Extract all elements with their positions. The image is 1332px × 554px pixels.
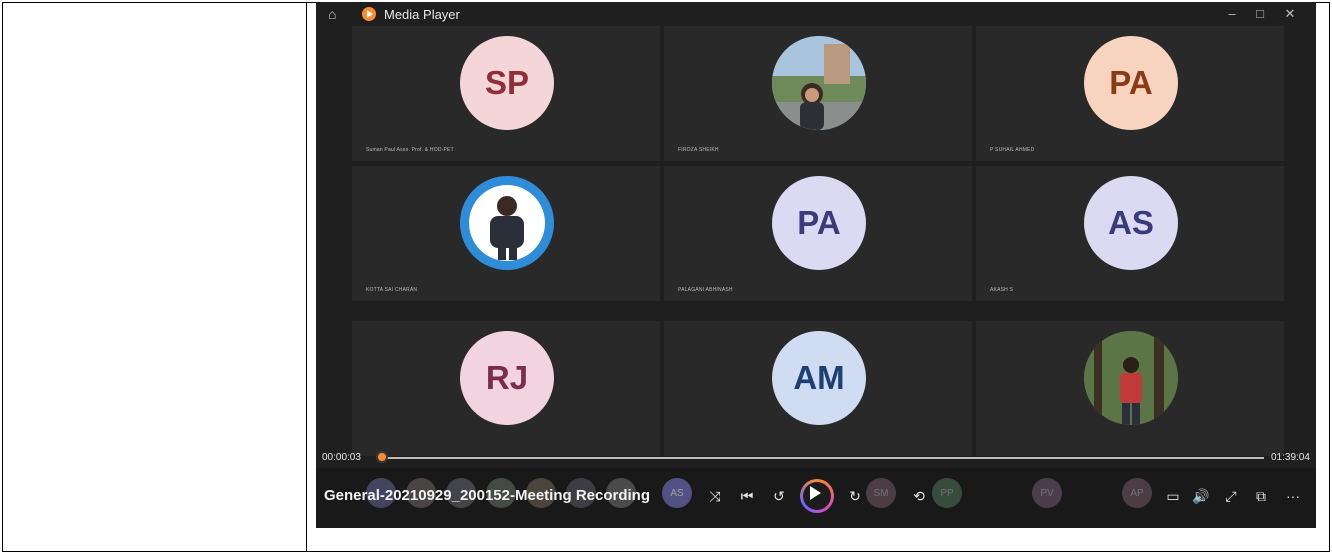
participant-avatar: RJ <box>460 331 554 425</box>
participant-name: KOTTA SAI CHARAN <box>366 287 418 293</box>
participant-avatar: AM <box>772 331 866 425</box>
close-button[interactable]: ✕ <box>1278 4 1302 24</box>
fullscreen-icon[interactable]: ⤢ <box>1220 485 1242 507</box>
media-file-title: General-20210929_200152-Meeting Recordin… <box>324 487 650 504</box>
elapsed-time: 00:00:03 <box>322 452 361 463</box>
media-player-app-icon <box>362 7 376 21</box>
previous-icon[interactable]: ⏮ <box>736 485 758 507</box>
restore-button[interactable]: □ <box>1248 4 1272 24</box>
repeat-icon[interactable]: ⟲ <box>908 485 930 507</box>
background-avatar: AP <box>1122 478 1152 508</box>
total-time: 01:39:04 <box>1271 452 1310 463</box>
background-avatar: AS <box>662 478 692 508</box>
seek-thumb[interactable] <box>376 451 388 463</box>
participant-tile: AM <box>664 321 972 456</box>
participant-photo-image <box>460 176 554 270</box>
participant-name: PALAGANI ABHINASH <box>678 287 733 293</box>
seek-bar-area: 00:00:03 01:39:04 <box>316 448 1316 468</box>
participant-photo-image <box>772 36 866 130</box>
volume-icon[interactable]: 🔊 <box>1190 485 1212 507</box>
participant-avatar: PA <box>772 176 866 270</box>
minimize-button[interactable]: – <box>1220 4 1244 24</box>
participant-tile: PA P SUHAIL AHMED <box>976 26 1284 161</box>
shuffle-icon[interactable]: ⤨ <box>704 485 726 507</box>
participant-photo <box>460 176 554 270</box>
home-icon[interactable]: ⌂ <box>328 6 344 22</box>
video-participant-grid: SP Suman Paul Asso. Prof. & HOD-PET FIRO… <box>352 26 1284 456</box>
play-button[interactable] <box>800 479 834 513</box>
title-bar: ⌂ Media Player – □ ✕ <box>316 2 1316 26</box>
window-title: Media Player <box>384 7 460 22</box>
participant-name: FIROZA SHEIKH <box>678 147 719 153</box>
more-options-icon[interactable]: ··· <box>1282 485 1304 507</box>
miniplayer-icon[interactable]: ⧉ <box>1250 485 1272 507</box>
participant-tile: PA PALAGANI ABHINASH <box>664 166 972 301</box>
participant-avatar: PA <box>1084 36 1178 130</box>
participant-photo <box>1084 331 1178 425</box>
participant-avatar: SP <box>460 36 554 130</box>
participant-tile: FIROZA SHEIKH <box>664 26 972 161</box>
participant-photo <box>772 36 866 130</box>
participant-tile: AS AKASH S <box>976 166 1284 301</box>
play-icon <box>810 486 821 500</box>
background-avatar: PP <box>932 478 962 508</box>
participant-name: P SUHAIL AHMED <box>990 147 1035 153</box>
document-column-divider <box>306 2 307 552</box>
captions-icon[interactable]: ▭ <box>1162 485 1184 507</box>
participant-tile: KOTTA SAI CHARAN <box>352 166 660 301</box>
participant-photo-image <box>1084 331 1178 425</box>
participant-tile: RJ <box>352 321 660 456</box>
participant-avatar: AS <box>1084 176 1178 270</box>
seek-track[interactable] <box>386 457 1264 459</box>
participant-tile: SP Suman Paul Asso. Prof. & HOD-PET <box>352 26 660 161</box>
participant-name: Suman Paul Asso. Prof. & HOD-PET <box>366 147 454 153</box>
rewind-icon[interactable]: ↺ <box>768 485 790 507</box>
background-avatar: PV <box>1032 478 1062 508</box>
playback-controls: General-20210929_200152-Meeting Recordin… <box>316 468 1316 528</box>
media-player-window: ⌂ Media Player – □ ✕ SP Suman Paul Asso.… <box>316 2 1316 528</box>
forward-icon[interactable]: ↻ <box>844 485 866 507</box>
participant-name: AKASH S <box>990 287 1014 293</box>
participant-tile <box>976 321 1284 456</box>
background-avatar: SM <box>866 478 896 508</box>
